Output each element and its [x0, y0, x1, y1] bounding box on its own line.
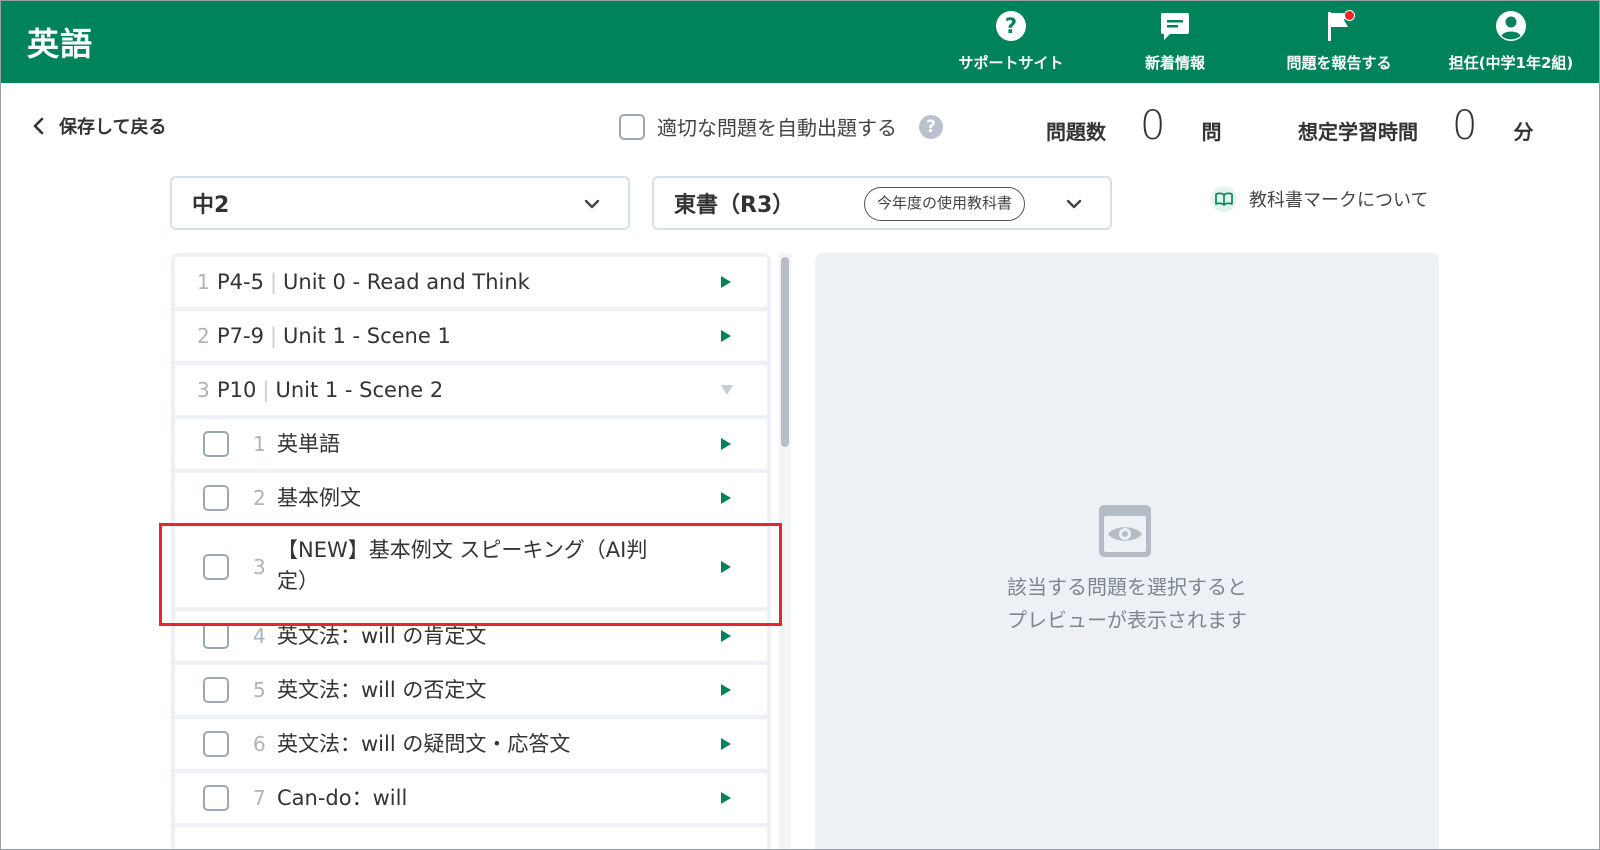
auto-assign-checkbox[interactable] — [619, 113, 645, 140]
question-row[interactable]: 7 Can-do：will — [175, 773, 767, 823]
question-count: 問題数 0 問 — [1046, 103, 1221, 149]
study-time-unit: 分 — [1513, 120, 1534, 144]
svg-text:?: ? — [1005, 14, 1017, 38]
auto-assign-label: 適切な問題を自動出題する — [657, 116, 897, 140]
question-number: 7 — [253, 786, 266, 810]
play-icon — [721, 438, 731, 450]
study-time-value: 0 — [1452, 103, 1478, 149]
notification-dot — [1344, 10, 1355, 21]
question-row[interactable]: 5 英文法：will の否定文 — [175, 665, 767, 715]
chevron-left-icon — [33, 117, 44, 135]
question-number: 2 — [253, 486, 266, 510]
question-title: 英文法：will の否定文 — [277, 678, 487, 702]
message-icon — [1161, 13, 1189, 40]
question-number: 5 — [253, 678, 266, 702]
unit-list: 1 P4-5 | Unit 0 - Read and Think 2 P7-9 | Un… — [171, 253, 771, 849]
play-icon — [721, 684, 731, 696]
question-row[interactable]: 2 基本例文 — [175, 473, 767, 523]
chevron-down-icon — [584, 199, 600, 209]
chevron-down-icon — [1066, 199, 1082, 209]
play-icon — [721, 561, 731, 573]
question-checkbox[interactable] — [203, 731, 229, 757]
question-checkbox[interactable] — [203, 485, 229, 511]
support-site-label: サポートサイト — [958, 54, 1064, 72]
unit-row[interactable]: 1 P4-5 | Unit 0 - Read and Think — [175, 257, 767, 307]
unit-number: 1 — [197, 270, 210, 294]
unit-title: P10 | Unit 1 - Scene 2 — [217, 378, 444, 402]
list-scrollbar-thumb[interactable] — [781, 257, 789, 447]
auto-assign-option: 適切な問題を自動出題する ? — [619, 112, 943, 141]
question-number: 3 — [253, 555, 266, 579]
account-label: 担任(中学1年2組) — [1448, 54, 1574, 72]
support-site-button[interactable]: ? サポートサイト — [929, 1, 1093, 83]
account-icon — [1496, 11, 1526, 41]
help-circle-icon: ? — [996, 11, 1026, 41]
app-title: 英語 — [27, 25, 94, 63]
unit-number: 3 — [197, 378, 210, 402]
report-problem-label: 問題を報告する — [1286, 54, 1392, 72]
question-title: 英文法：will の疑問文・応答文 — [277, 732, 571, 756]
save-and-back-button[interactable]: 保存して戻る — [29, 113, 166, 139]
preview-panel: 該当する問題を選択すると プレビューが表示されます — [815, 253, 1439, 849]
textbook-mark-label: 教科書マークについて — [1249, 190, 1429, 211]
flag-icon — [1322, 9, 1356, 43]
unit-number: 2 — [197, 324, 210, 348]
question-title: 【NEW】基本例文 スピーキング（AI判 定） — [277, 538, 648, 593]
play-icon — [721, 738, 731, 750]
unit-title: P7-9 | Unit 1 - Scene 1 — [217, 324, 451, 348]
save-and-back-label: 保存して戻る — [59, 117, 167, 138]
unit-row[interactable]: 2 P7-9 | Unit 1 - Scene 1 — [175, 311, 767, 361]
play-icon — [721, 792, 731, 804]
play-icon — [721, 276, 731, 288]
app-header: 英語 ? サポートサイト 新着情報 問題を報告する 担任(中学1年2組) — [1, 1, 1599, 83]
preview-eye-icon — [1099, 505, 1151, 557]
play-icon — [721, 330, 731, 342]
textbook-select[interactable]: 東書（R3） 今年度の使用教科書 — [652, 176, 1112, 230]
question-row[interactable]: 6 英文法：will の疑問文・応答文 — [175, 719, 767, 769]
play-icon — [721, 492, 731, 504]
grade-select-value: 中2 — [192, 193, 230, 218]
help-icon[interactable]: ? — [919, 114, 943, 139]
question-checkbox[interactable] — [203, 554, 229, 580]
book-icon — [1211, 186, 1237, 212]
question-number: 4 — [253, 624, 266, 648]
question-checkbox[interactable] — [203, 431, 229, 457]
textbook-mark-link[interactable]: 教科書マークについて — [1211, 186, 1428, 212]
question-title: 英文法：will の肯定文 — [277, 624, 487, 648]
question-checkbox[interactable] — [203, 785, 229, 811]
question-count-value: 0 — [1140, 103, 1166, 149]
preview-placeholder-text: 該当する問題を選択すると プレビューが表示されます — [1007, 575, 1247, 632]
question-count-label: 問題数 — [1046, 120, 1106, 144]
unit-row-expanded[interactable]: 3 P10 | Unit 1 - Scene 2 — [175, 365, 767, 415]
account-button[interactable]: 担任(中学1年2組) — [1421, 1, 1599, 83]
app-window: 英語 ? サポートサイト 新着情報 問題を報告する 担任(中学1年2組) 保存し… — [0, 0, 1600, 850]
news-label: 新着情報 — [1144, 54, 1205, 72]
textbook-select-value: 東書（R3） — [674, 193, 795, 218]
header-nav: ? サポートサイト 新着情報 問題を報告する 担任(中学1年2組) — [929, 1, 1599, 83]
study-time-label: 想定学習時間 — [1298, 120, 1418, 144]
question-row[interactable] — [175, 827, 767, 849]
question-checkbox[interactable] — [203, 677, 229, 703]
caret-down-icon — [721, 385, 733, 395]
question-title: 英単語 — [277, 432, 340, 456]
question-title: 基本例文 — [277, 486, 361, 510]
question-count-unit: 問 — [1201, 120, 1222, 144]
grade-select[interactable]: 中2 — [170, 176, 630, 230]
study-time: 想定学習時間 0 分 — [1298, 103, 1533, 149]
question-row[interactable]: 4 英文法：will の肯定文 — [175, 611, 767, 661]
question-number: 1 — [253, 432, 266, 456]
news-button[interactable]: 新着情報 — [1093, 1, 1257, 83]
question-number: 6 — [253, 732, 266, 756]
question-title: Can-do：will — [277, 786, 408, 810]
play-icon — [721, 630, 731, 642]
question-row[interactable]: 3 【NEW】基本例文 スピーキング（AI判 定） — [175, 527, 767, 607]
report-problem-button[interactable]: 問題を報告する — [1257, 1, 1421, 83]
unit-title: P4-5 | Unit 0 - Read and Think — [217, 270, 530, 294]
question-checkbox[interactable] — [203, 623, 229, 649]
question-row[interactable]: 1 英単語 — [175, 419, 767, 469]
current-textbook-badge: 今年度の使用教科書 — [864, 187, 1026, 221]
